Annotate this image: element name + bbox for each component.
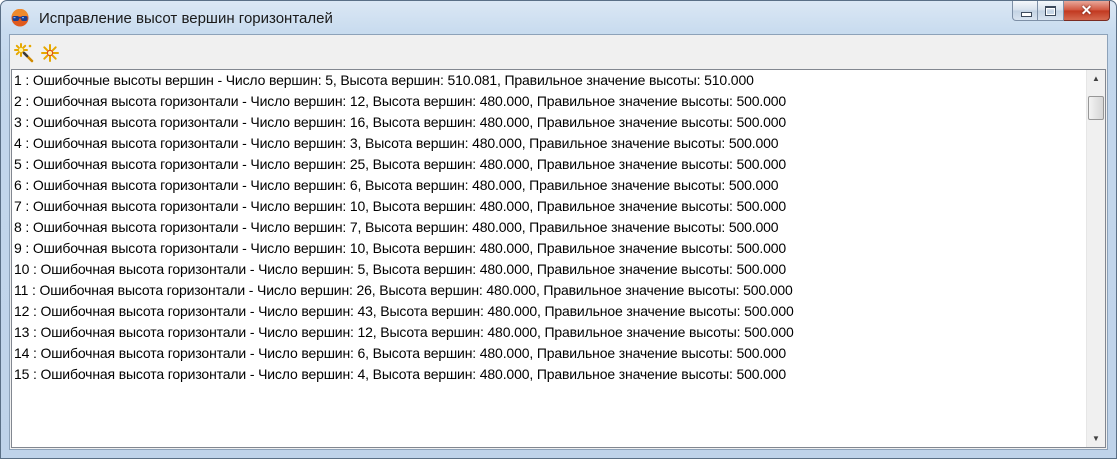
magic-wand-sparkle-icon — [14, 43, 34, 63]
list-item[interactable]: 3 : Ошибочная высота горизонтали - Число… — [12, 112, 1087, 133]
list-item[interactable]: 2 : Ошибочная высота горизонтали - Число… — [12, 91, 1087, 112]
list-item[interactable]: 4 : Ошибочная высота горизонтали - Число… — [12, 133, 1087, 154]
list-item[interactable]: 11 : Ошибочная высота горизонтали - Числ… — [12, 280, 1087, 301]
close-icon: ✕ — [1080, 2, 1093, 18]
list-item[interactable]: 5 : Ошибочная высота горизонтали - Число… — [12, 154, 1087, 175]
title-bar[interactable]: Исправление высот вершин горизонталей ✕ — [1, 1, 1116, 34]
toolbar — [10, 35, 1107, 69]
triangle-up-icon: ▲ — [1092, 74, 1100, 83]
minimize-icon — [1021, 12, 1032, 17]
maximize-button[interactable] — [1038, 1, 1064, 21]
errors-list: 1 : Ошибочные высоты вершин - Число верш… — [12, 70, 1087, 447]
list-item[interactable]: 6 : Ошибочная высота горизонтали - Число… — [12, 175, 1087, 196]
list-item[interactable]: 14 : Ошибочная высота горизонтали - Числ… — [12, 343, 1087, 364]
list-item[interactable]: 7 : Ошибочная высота горизонтали - Число… — [12, 196, 1087, 217]
scroll-down-button[interactable]: ▼ — [1087, 430, 1105, 447]
maximize-icon — [1045, 6, 1056, 16]
list-item[interactable]: 8 : Ошибочная высота горизонтали - Число… — [12, 217, 1087, 238]
list-item[interactable]: 1 : Ошибочные высоты вершин - Число верш… — [12, 70, 1087, 91]
list-item[interactable]: 15 : Ошибочная высота горизонтали - Числ… — [12, 364, 1087, 385]
vertical-scrollbar[interactable]: ▲ ▼ — [1086, 70, 1105, 447]
fix-all-button[interactable] — [38, 41, 62, 65]
scroll-up-button[interactable]: ▲ — [1087, 70, 1105, 87]
list-item[interactable]: 13 : Ошибочная высота горизонтали - Числ… — [12, 322, 1087, 343]
minimize-button[interactable] — [1012, 1, 1038, 21]
list-item[interactable]: 9 : Ошибочная высота горизонтали - Число… — [12, 238, 1087, 259]
caption-buttons: ✕ — [1012, 1, 1110, 23]
triangle-down-icon: ▼ — [1092, 434, 1100, 443]
scroll-thumb[interactable] — [1088, 96, 1104, 120]
list-item[interactable]: 10 : Ошибочная высота горизонтали - Числ… — [12, 259, 1087, 280]
dialog-window: Исправление высот вершин горизонталей ✕ — [0, 0, 1117, 459]
list-item[interactable]: 12 : Ошибочная высота горизонтали - Числ… — [12, 301, 1087, 322]
sparkle-icon — [41, 44, 59, 62]
window-title: Исправление высот вершин горизонталей — [39, 10, 333, 27]
errors-listbox[interactable]: 1 : Ошибочные высоты вершин - Число верш… — [11, 69, 1106, 448]
glasses-app-icon — [11, 8, 29, 27]
dialog-client-area: 1 : Ошибочные высоты вершин - Число верш… — [9, 34, 1108, 450]
fix-selected-button[interactable] — [12, 41, 36, 65]
close-button[interactable]: ✕ — [1064, 1, 1110, 21]
